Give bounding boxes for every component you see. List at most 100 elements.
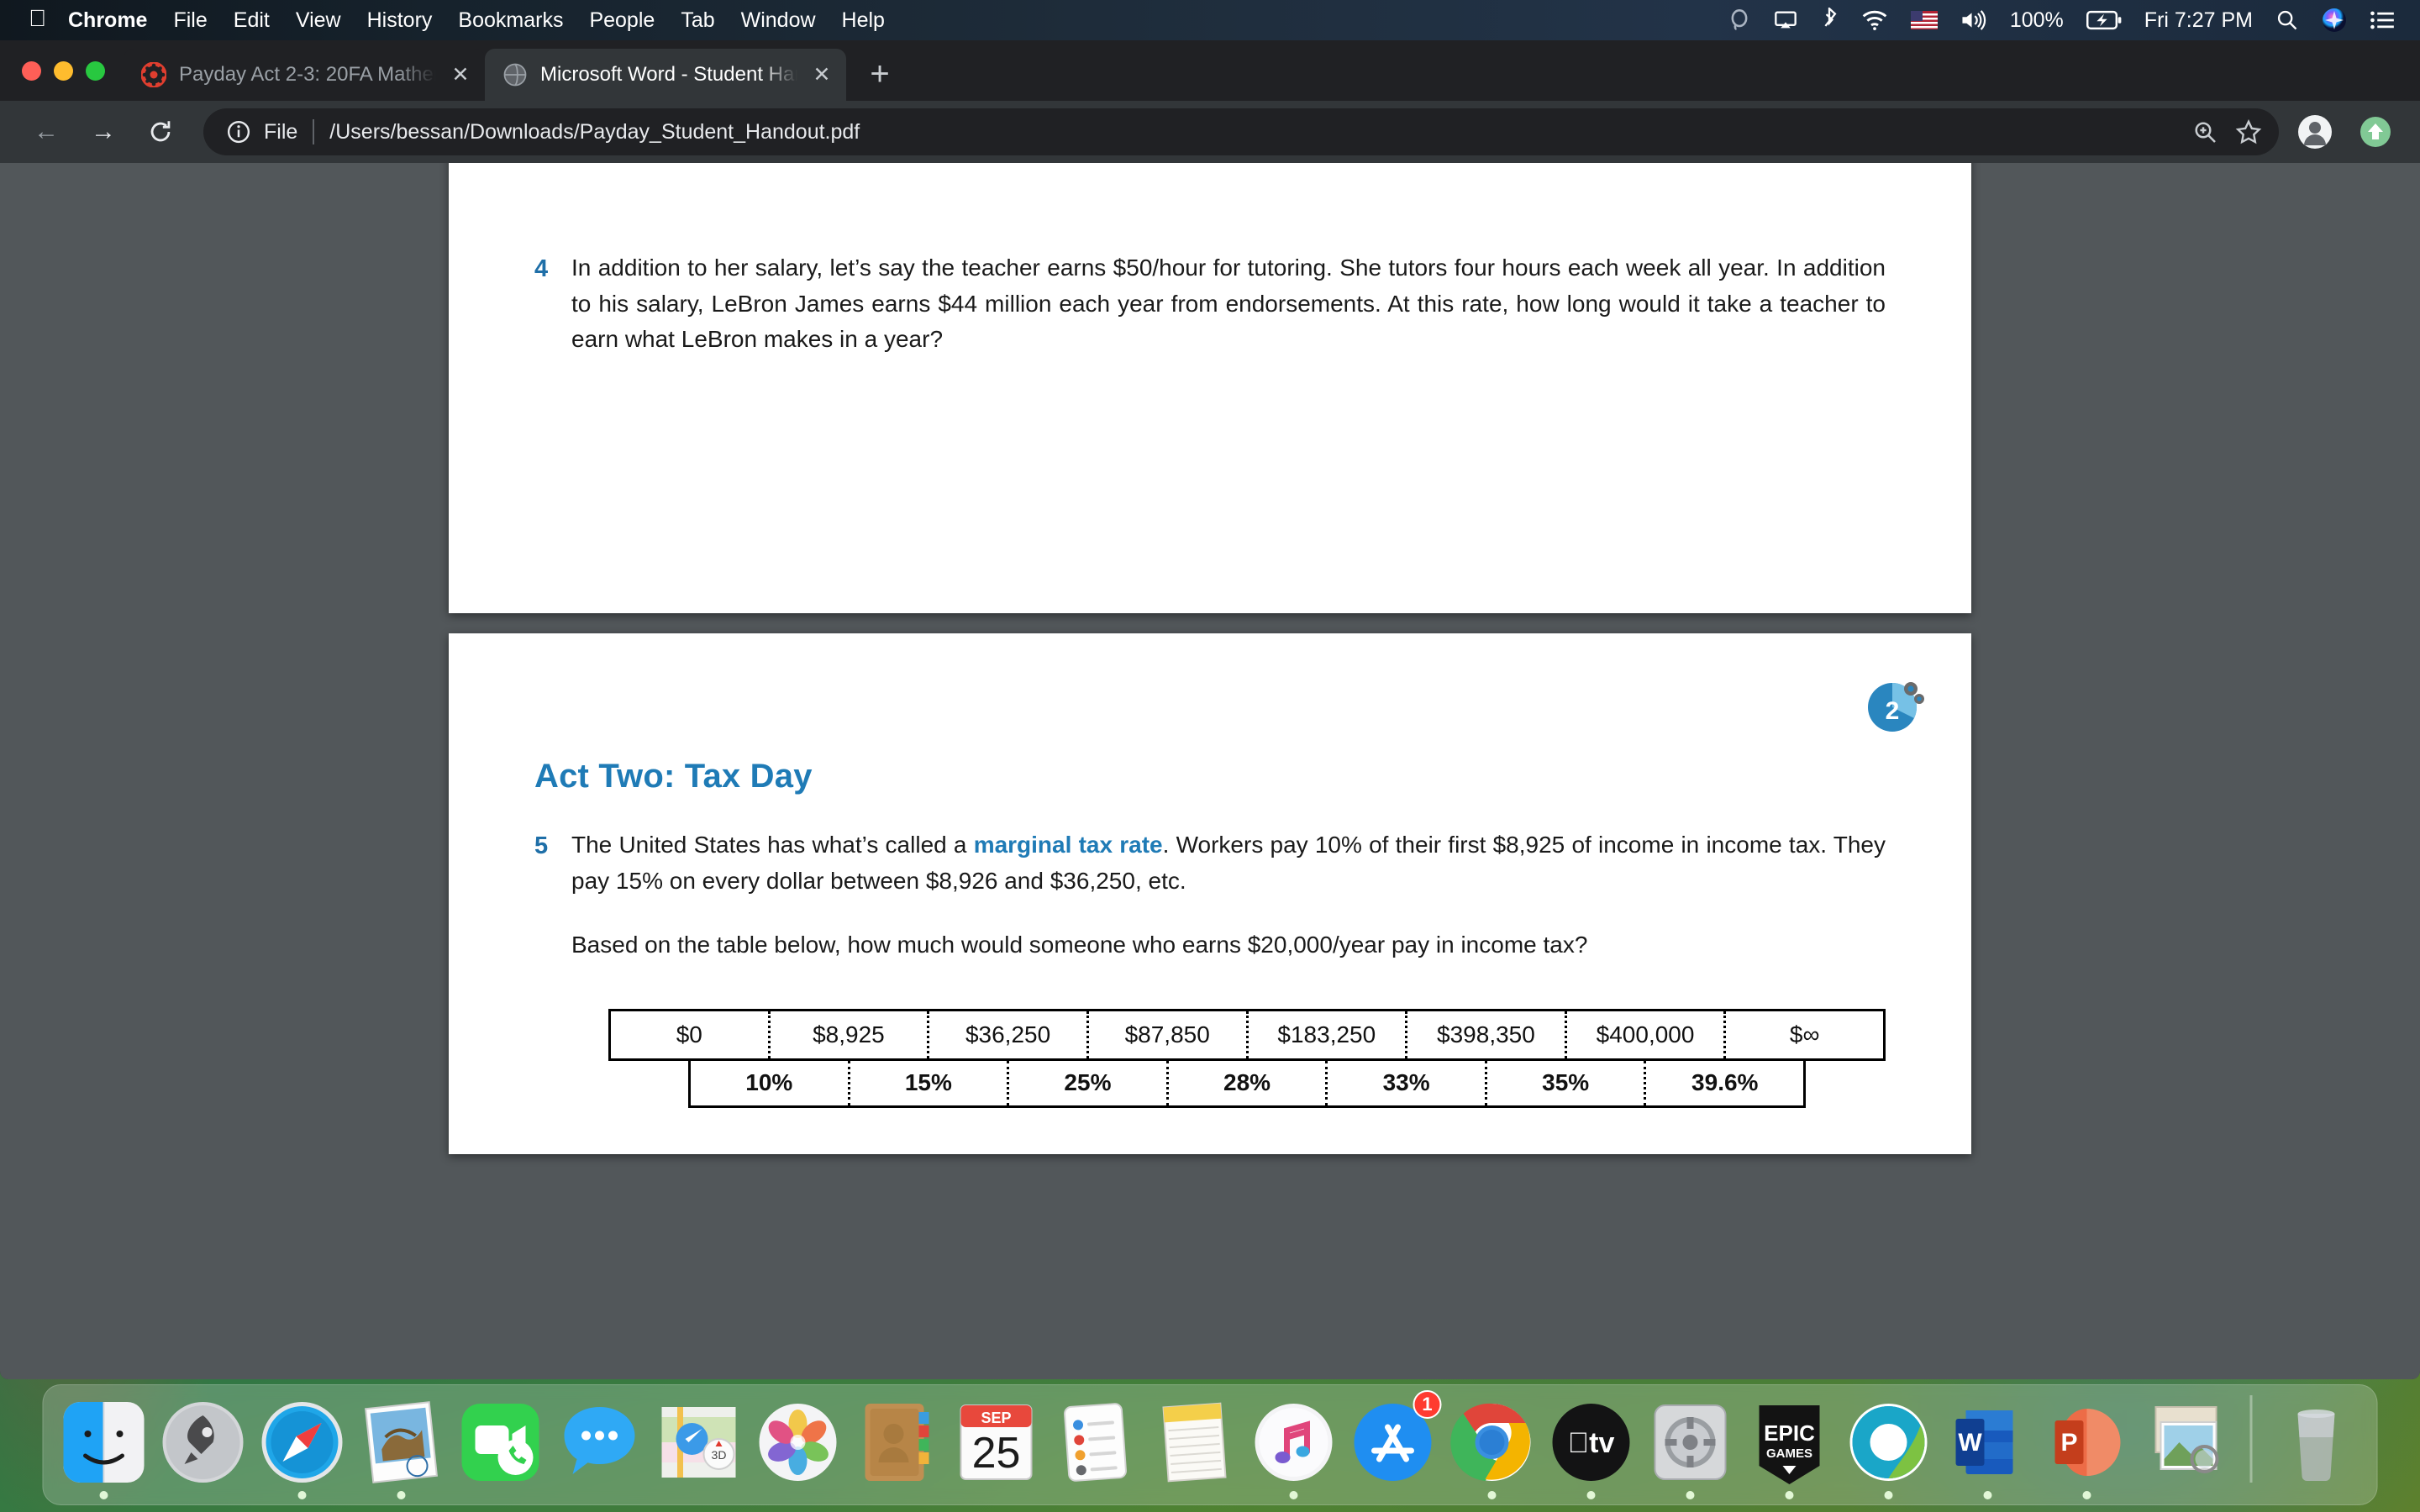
running-indicator [1884, 1491, 1893, 1499]
dock-item-messages[interactable] [553, 1392, 647, 1499]
dock-item-trash[interactable] [2270, 1392, 2364, 1499]
minimize-window-button[interactable] [54, 60, 73, 81]
dock-item-photos[interactable] [751, 1392, 845, 1499]
contacts-icon [854, 1399, 941, 1486]
menu-item-view[interactable]: View [296, 8, 341, 33]
svg-text:25: 25 [972, 1429, 1021, 1478]
dock-item-teal-app[interactable] [1842, 1392, 1936, 1499]
wifi-icon[interactable] [1861, 8, 1888, 33]
dock-item-preview[interactable] [2139, 1392, 2233, 1499]
back-button[interactable]: ← [20, 106, 72, 158]
control-center-icon[interactable] [2370, 8, 2395, 33]
star-icon[interactable] [2227, 110, 2270, 154]
apple-tv-icon: tv [1548, 1399, 1635, 1486]
running-indicator [2182, 1491, 2191, 1499]
question-4: 4 In addition to her salary, let’s say t… [534, 250, 1886, 358]
menu-app-name[interactable]: Chrome [68, 8, 147, 33]
forward-button[interactable]: → [77, 106, 129, 158]
question-5-text: The United States has what’s called a ma… [571, 827, 1886, 899]
running-indicator [794, 1491, 802, 1499]
menu-item-people[interactable]: People [589, 8, 655, 33]
safari-icon [259, 1399, 346, 1486]
dock-item-safari[interactable] [255, 1392, 350, 1499]
siri-icon[interactable] [2322, 8, 2347, 33]
tax-bracket-rate: 35% [1484, 1060, 1644, 1105]
address-bar[interactable]: File /Users/bessan/Downloads/Payday_Stud… [203, 108, 2279, 155]
menu-item-bookmarks[interactable]: Bookmarks [458, 8, 563, 33]
pdf-page-2: 2 Act Two: Tax Day 5 The United States h… [449, 633, 1971, 1154]
profile-avatar-icon[interactable] [2291, 108, 2339, 156]
tax-bracket-table: $0 $8,925 $36,250 $87,850 $183,250 $398,… [534, 1008, 1886, 1108]
finder-icon [60, 1399, 148, 1486]
dock-item-facetime[interactable] [454, 1392, 548, 1499]
tax-bracket-threshold: $36,250 [927, 1011, 1086, 1058]
bluetooth-icon[interactable] [1820, 8, 1839, 33]
close-tab-2-button[interactable]: ✕ [809, 62, 834, 87]
svg-text:W: W [1958, 1429, 1982, 1457]
dock-item-system-preferences[interactable] [1644, 1392, 1738, 1499]
dock-item-launchpad[interactable] [156, 1392, 250, 1499]
dock-item-apple-tv[interactable]: tv [1544, 1392, 1639, 1499]
browser-tab-2[interactable]: Microsoft Word - Student Hand ✕ [485, 49, 846, 101]
running-indicator [1092, 1491, 1100, 1499]
apple-menu-icon[interactable]:  [29, 7, 46, 30]
menu-item-history[interactable]: History [367, 8, 433, 33]
reload-button[interactable] [134, 106, 187, 158]
screen-mirroring-icon[interactable] [1774, 8, 1797, 33]
tax-bracket-threshold: $398,350 [1405, 1011, 1565, 1058]
dock-item-reminders[interactable] [1049, 1392, 1143, 1499]
dock-item-powerpoint[interactable]: P [2040, 1392, 2134, 1499]
preview-icon [2143, 1399, 2230, 1486]
marginal-tax-rate-link[interactable]: marginal tax rate [974, 832, 1163, 858]
spotlight-search-icon[interactable] [2275, 8, 2299, 33]
dock-item-contacts[interactable] [850, 1392, 944, 1499]
close-tab-1-button[interactable]: ✕ [448, 62, 473, 87]
running-indicator [2312, 1491, 2321, 1499]
dock-item-notes[interactable] [1148, 1392, 1242, 1499]
tax-bracket-threshold: $183,250 [1245, 1011, 1406, 1058]
dock-item-word[interactable]: W [1941, 1392, 2035, 1499]
page-info-icon[interactable] [225, 118, 252, 145]
messages-icon [556, 1399, 644, 1486]
menu-item-edit[interactable]: Edit [234, 8, 270, 33]
menu-item-file[interactable]: File [173, 8, 207, 33]
question-4-number: 4 [534, 255, 549, 282]
running-indicator [397, 1491, 406, 1499]
menu-item-window[interactable]: Window [741, 8, 816, 33]
maximize-window-button[interactable] [86, 60, 105, 81]
dock-item-app-store[interactable]: 1 [1346, 1390, 1442, 1499]
dock-item-chrome[interactable] [1445, 1392, 1539, 1499]
dock-item-calendar[interactable]: SEP 25 [950, 1392, 1044, 1499]
update-available-icon[interactable] [2351, 108, 2400, 156]
running-indicator [1289, 1491, 1298, 1499]
new-tab-button[interactable]: + [858, 52, 902, 96]
menu-item-help[interactable]: Help [842, 8, 885, 33]
browser-tab-1-title: Payday Act 2-3: 20FA Mathema [179, 63, 436, 86]
lasso-icon[interactable] [1728, 8, 1751, 33]
pdf-viewer-area[interactable]: 4 In addition to her salary, let’s say t… [0, 163, 2420, 1379]
menu-item-tab[interactable]: Tab [681, 8, 714, 33]
act-two-title: Act Two: Tax Day [534, 758, 813, 795]
globe-icon [502, 61, 529, 88]
facetime-icon [457, 1399, 544, 1486]
dock-item-finder[interactable] [57, 1392, 151, 1499]
running-indicator [992, 1491, 1001, 1499]
calendar-icon: SEP 25 [953, 1399, 1040, 1486]
dock-item-epic-games[interactable]: EPIC GAMES [1743, 1392, 1837, 1499]
question-5-followup-text: Based on the table below, how much would… [571, 932, 1588, 958]
volume-icon[interactable] [1960, 8, 1987, 33]
running-indicator [199, 1491, 208, 1499]
battery-charging-icon[interactable] [2086, 8, 2122, 33]
zoom-in-icon[interactable] [2183, 110, 2227, 154]
tax-bracket-threshold: $0 [676, 1021, 702, 1047]
microsoft-powerpoint-icon: P [2044, 1399, 2131, 1486]
browser-tab-1[interactable]: Payday Act 2-3: 20FA Mathema ✕ [124, 49, 485, 101]
us-flag-icon[interactable] [1910, 8, 1938, 33]
dock-item-mail[interactable] [355, 1392, 449, 1499]
menu-bar-clock[interactable]: Fri 7:27 PM [2144, 8, 2253, 33]
reminders-icon [1052, 1399, 1139, 1486]
close-window-button[interactable] [22, 60, 41, 81]
dock-item-itunes[interactable] [1247, 1392, 1341, 1499]
dock-item-maps[interactable]: 3D [652, 1392, 746, 1499]
url-text[interactable]: /Users/bessan/Downloads/Payday_Student_H… [329, 120, 2183, 144]
